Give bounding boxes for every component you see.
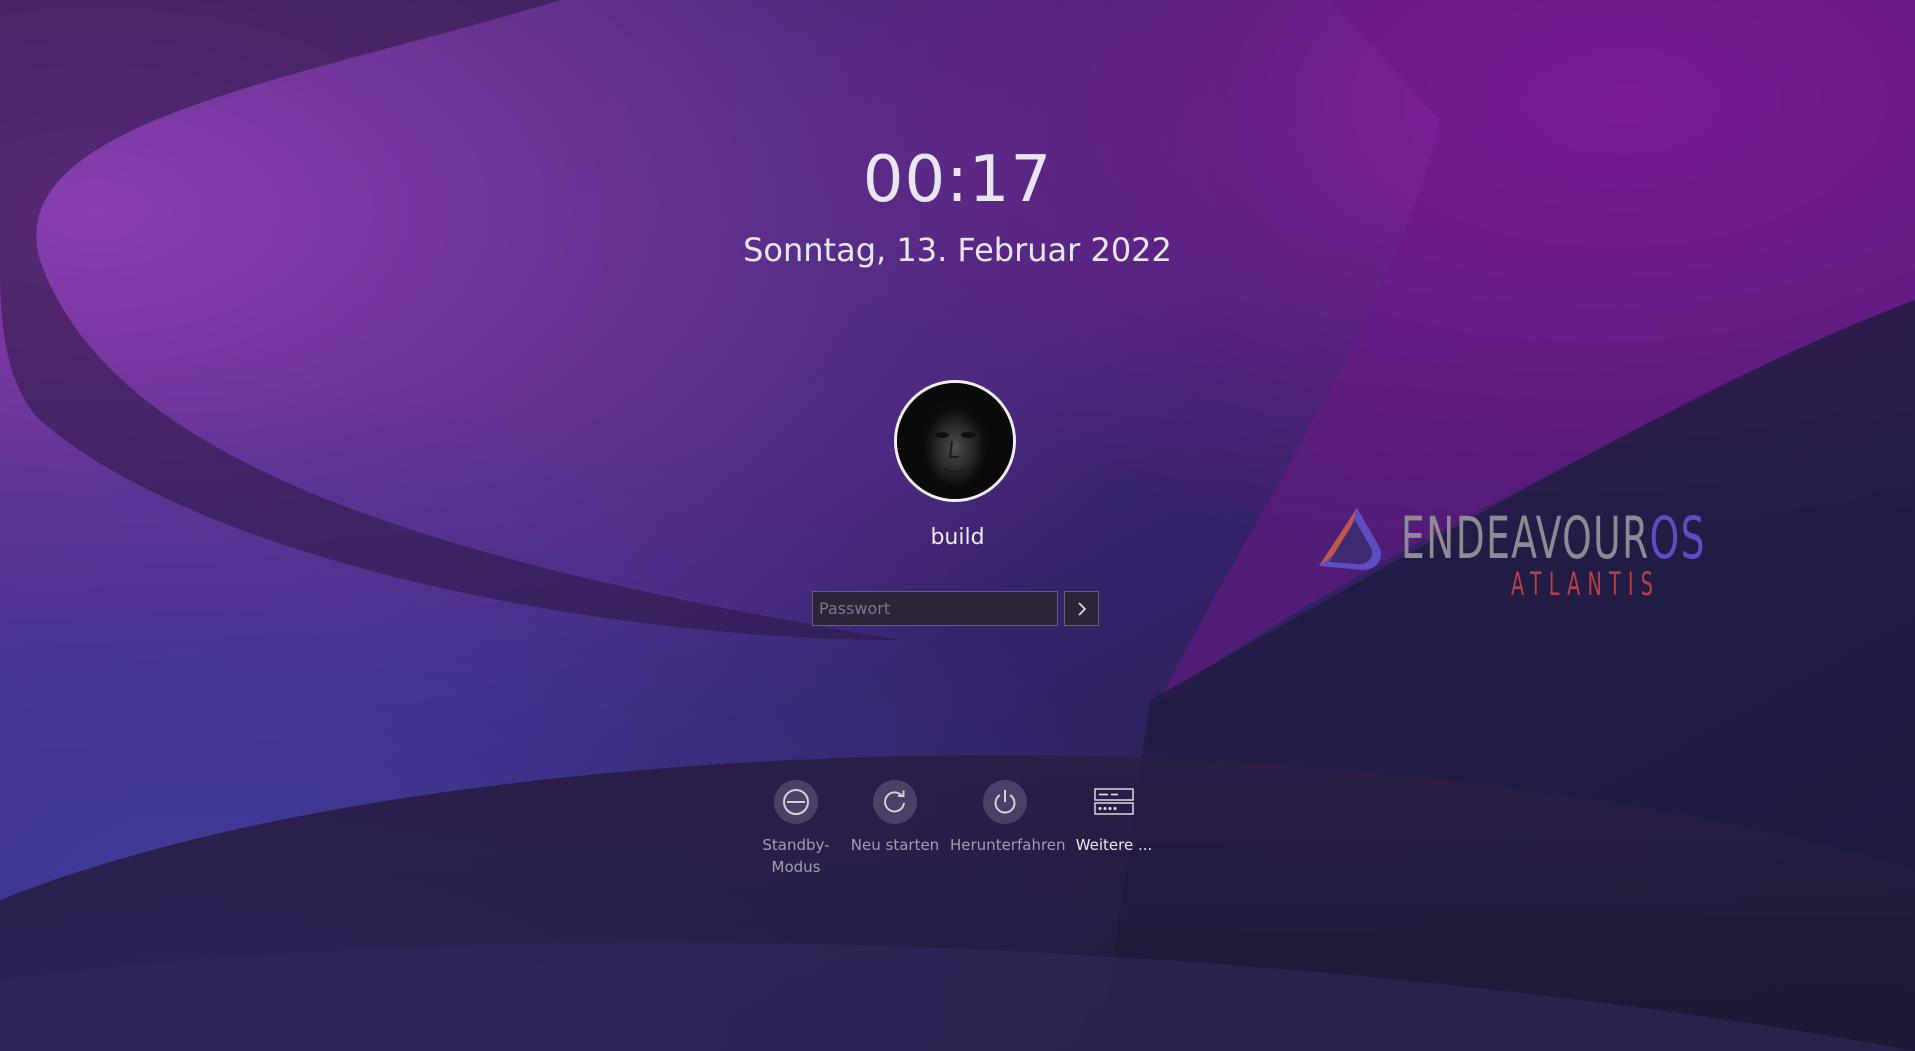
- standby-button[interactable]: Standby-Modus: [741, 780, 851, 878]
- logo-suffix: OS: [1649, 504, 1706, 572]
- password-input[interactable]: [812, 591, 1058, 626]
- restart-button[interactable]: Neu starten: [840, 780, 950, 856]
- standby-icon: [783, 789, 809, 815]
- endeavouros-logo: ENDEAVOUROS ATLANTIS: [1315, 500, 1704, 610]
- more-button[interactable]: Weitere ...: [1059, 780, 1169, 856]
- user-avatar[interactable]: [894, 380, 1016, 502]
- switch-user-icon: [1094, 788, 1134, 815]
- logo-subtitle: ATLANTIS: [1511, 565, 1661, 603]
- shutdown-label: Herunterfahren: [950, 836, 1066, 854]
- chevron-right-icon: [1077, 601, 1086, 616]
- clock-date: Sonntag, 13. Februar 2022: [743, 231, 1172, 269]
- shutdown-button[interactable]: Herunterfahren: [950, 780, 1066, 856]
- login-button[interactable]: [1064, 591, 1099, 626]
- session-actions: Standby-Modus Neu starten Herunterfahren: [0, 780, 1915, 900]
- restart-label: Neu starten: [850, 836, 940, 854]
- power-icon: [994, 790, 1016, 814]
- clock-time: 00:17: [862, 143, 1053, 217]
- logo-main: ENDEAVOUR: [1401, 504, 1650, 572]
- restart-icon: [884, 790, 905, 813]
- endeavouros-triangle-icon: [1319, 508, 1382, 570]
- more-label: Weitere ...: [1075, 836, 1153, 854]
- logo-wordmark: ENDEAVOUROS: [1401, 506, 1706, 570]
- avatar-photo: [897, 383, 1013, 499]
- standby-label: Standby-Modus: [762, 836, 830, 876]
